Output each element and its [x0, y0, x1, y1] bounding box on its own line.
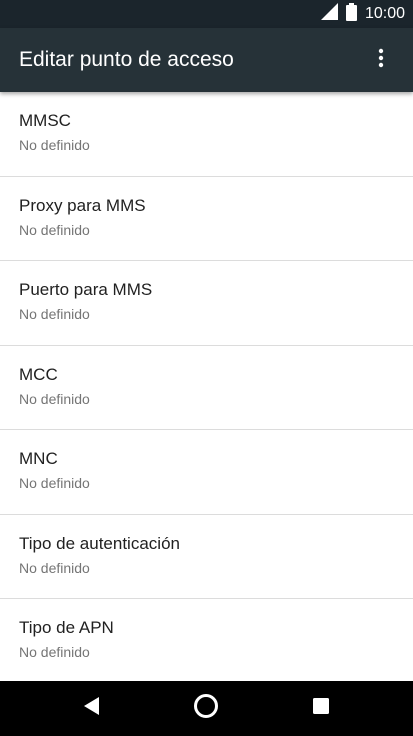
recents-button[interactable] [291, 681, 351, 736]
setting-title: Tipo de APN [19, 618, 114, 637]
setting-item-apn-type[interactable]: Tipo de APN No definido [0, 599, 413, 681]
home-button[interactable] [176, 681, 236, 736]
setting-item-auth-type[interactable]: Tipo de autenticación No definido [0, 515, 413, 599]
setting-title: Puerto para MMS [19, 280, 153, 299]
setting-item-mcc[interactable]: MCC No definido [0, 346, 413, 430]
signal-icon [320, 3, 338, 25]
status-time: 10:00 [364, 5, 405, 22]
setting-title: Tipo de autenticación [19, 533, 180, 553]
setting-value: No definido [19, 644, 90, 660]
setting-item-mms-port[interactable]: Puerto para MMS No definido [0, 261, 413, 346]
setting-title: Proxy para MMS [19, 195, 146, 215]
more-vert-icon [378, 48, 384, 73]
setting-item-mms-proxy[interactable]: Proxy para MMS No definido [0, 177, 413, 261]
setting-item-mnc[interactable]: MNC No definido [0, 430, 413, 515]
overflow-menu-button[interactable] [357, 36, 405, 84]
setting-title: MCC [19, 364, 58, 384]
home-icon [193, 693, 219, 724]
setting-value: No definido [19, 475, 90, 491]
status-icons: 10:00 [320, 0, 405, 28]
setting-value: No definido [19, 221, 90, 238]
setting-value: No definido [19, 137, 90, 153]
recents-icon [312, 697, 330, 720]
settings-list: MMSC No definido Proxy para MMS No defin… [0, 92, 413, 681]
page-title: Editar punto de acceso [19, 48, 234, 71]
status-bar: 10:00 [0, 0, 413, 28]
back-button[interactable] [62, 681, 122, 736]
setting-title: MNC [19, 449, 58, 468]
navigation-bar [0, 681, 413, 736]
app-bar: Editar punto de acceso [0, 28, 413, 92]
setting-item-mmsc[interactable]: MMSC No definido [0, 92, 413, 177]
screen: 10:00 Editar punto de acceso MMSC No def… [0, 0, 413, 736]
battery-icon [345, 2, 357, 26]
setting-value: No definido [19, 306, 90, 322]
back-icon [83, 696, 101, 721]
setting-title: MMSC [19, 111, 71, 130]
setting-value: No definido [19, 390, 90, 407]
setting-value: No definido [19, 559, 90, 576]
